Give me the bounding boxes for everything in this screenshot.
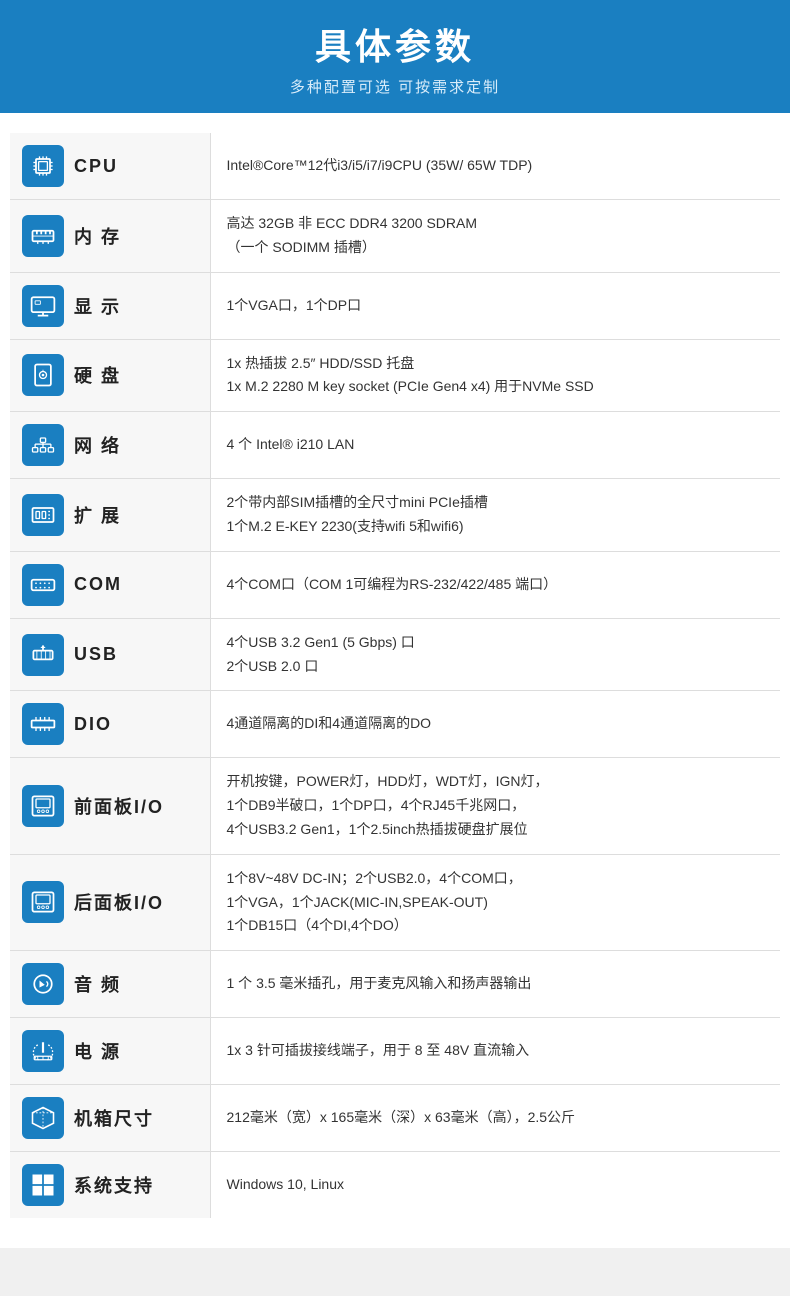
label-text-hdd: 硬 盘 [74,362,121,388]
label-text-dio: DIO [74,714,112,735]
value-cell-memory: 高达 32GB 非 ECC DDR4 3200 SDRAM（一个 SODIMM … [210,200,780,273]
table-row: 系统支持 Windows 10, Linux [10,1152,780,1219]
expansion-icon [22,494,64,536]
label-text-cpu: CPU [74,156,118,177]
value-cell-audio: 1 个 3.5 毫米插孔，用于麦克风输入和扬声器输出 [210,951,780,1018]
label-cell-front-panel: 前面板I/O [10,758,210,854]
table-row: 电 源 1x 3 针可插拔接线端子，用于 8 至 48V 直流输入 [10,1018,780,1085]
power-icon [22,1030,64,1072]
table-row: 网 络 4 个 Intel® i210 LAN [10,412,780,479]
page-wrapper: 具体参数 多种配置可选 可按需求定制 CPU Intel®Core™12代i3/i… [0,0,790,1248]
label-text-network: 网 络 [74,432,121,458]
panel-icon [22,881,64,923]
label-text-audio: 音 频 [74,971,121,997]
usb-icon [22,634,64,676]
table-row: 音 频 1 个 3.5 毫米插孔，用于麦克风输入和扬声器输出 [10,951,780,1018]
label-text-usb: USB [74,644,118,665]
label-cell-audio: 音 频 [10,951,210,1018]
label-cell-usb: USB [10,618,210,691]
table-row: 机箱尺寸 212毫米（宽）x 165毫米（深）x 63毫米（高），2.5公斤 [10,1085,780,1152]
table-row: 硬 盘 1x 热插拔 2.5″ HDD/SSD 托盘1x M.2 2280 M k… [10,339,780,412]
display-icon [22,285,64,327]
value-cell-rear-panel: 1个8V~48V DC-IN；2个USB2.0，4个COM口，1个VGA，1个J… [210,854,780,950]
panel-icon [22,785,64,827]
table-row: 内 存 高达 32GB 非 ECC DDR4 3200 SDRAM（一个 SODI… [10,200,780,273]
label-text-memory: 内 存 [74,223,121,249]
label-cell-memory: 内 存 [10,200,210,273]
value-cell-com: 4个COM口（COM 1可编程为RS-232/422/485 端口） [210,551,780,618]
label-cell-dio: DIO [10,691,210,758]
label-cell-network: 网 络 [10,412,210,479]
chassis-icon [22,1097,64,1139]
label-text-power: 电 源 [74,1038,121,1064]
label-cell-com: COM [10,551,210,618]
label-text-front-panel: 前面板I/O [74,793,164,819]
value-cell-hdd: 1x 热插拔 2.5″ HDD/SSD 托盘1x M.2 2280 M key … [210,339,780,412]
memory-icon [22,215,64,257]
table-row: COM 4个COM口（COM 1可编程为RS-232/422/485 端口） [10,551,780,618]
cpu-icon [22,145,64,187]
network-icon [22,424,64,466]
value-cell-power: 1x 3 针可插拔接线端子，用于 8 至 48V 直流输入 [210,1018,780,1085]
label-cell-hdd: 硬 盘 [10,339,210,412]
value-cell-expansion: 2个带内部SIM插槽的全尺寸mini PCIe插槽1个M.2 E-KEY 223… [210,479,780,552]
value-cell-usb: 4个USB 3.2 Gen1 (5 Gbps) 口2个USB 2.0 口 [210,618,780,691]
value-cell-chassis: 212毫米（宽）x 165毫米（深）x 63毫米（高），2.5公斤 [210,1085,780,1152]
value-cell-dio: 4通道隔离的DI和4通道隔离的DO [210,691,780,758]
label-cell-rear-panel: 后面板I/O [10,854,210,950]
value-cell-network: 4 个 Intel® i210 LAN [210,412,780,479]
table-row: 显 示 1个VGA口，1个DP口 [10,272,780,339]
table-row: 后面板I/O 1个8V~48V DC-IN；2个USB2.0，4个COM口，1个V… [10,854,780,950]
label-cell-display: 显 示 [10,272,210,339]
os-icon [22,1164,64,1206]
audio-icon [22,963,64,1005]
value-cell-os: Windows 10, Linux [210,1152,780,1219]
specs-table: CPU Intel®Core™12代i3/i5/i7/i9CPU (35W/ 65… [10,133,780,1218]
label-text-rear-panel: 后面板I/O [74,889,164,915]
label-cell-expansion: 扩 展 [10,479,210,552]
com-icon [22,564,64,606]
dio-icon [22,703,64,745]
table-row: CPU Intel®Core™12代i3/i5/i7/i9CPU (35W/ 65… [10,133,780,200]
value-cell-display: 1个VGA口，1个DP口 [210,272,780,339]
label-text-display: 显 示 [74,293,121,319]
table-row: 前面板I/O 开机按键，POWER灯，HDD灯，WDT灯，IGN灯，1个DB9半破… [10,758,780,854]
label-text-chassis: 机箱尺寸 [74,1105,154,1131]
specs-container: CPU Intel®Core™12代i3/i5/i7/i9CPU (35W/ 65… [0,133,790,1248]
label-cell-cpu: CPU [10,133,210,200]
table-row: USB 4个USB 3.2 Gen1 (5 Gbps) 口2个USB 2.0 口 [10,618,780,691]
page-subtitle: 多种配置可选 可按需求定制 [20,76,770,97]
value-cell-front-panel: 开机按键，POWER灯，HDD灯，WDT灯，IGN灯，1个DB9半破口，1个DP… [210,758,780,854]
label-text-os: 系统支持 [74,1172,154,1198]
page-title: 具体参数 [20,18,770,70]
value-cell-cpu: Intel®Core™12代i3/i5/i7/i9CPU (35W/ 65W T… [210,133,780,200]
hdd-icon [22,354,64,396]
table-row: DIO 4通道隔离的DI和4通道隔离的DO [10,691,780,758]
header: 具体参数 多种配置可选 可按需求定制 [0,0,790,113]
label-cell-power: 电 源 [10,1018,210,1085]
label-text-com: COM [74,574,122,595]
label-cell-os: 系统支持 [10,1152,210,1219]
label-text-expansion: 扩 展 [74,502,121,528]
table-row: 扩 展 2个带内部SIM插槽的全尺寸mini PCIe插槽1个M.2 E-KEY … [10,479,780,552]
label-cell-chassis: 机箱尺寸 [10,1085,210,1152]
